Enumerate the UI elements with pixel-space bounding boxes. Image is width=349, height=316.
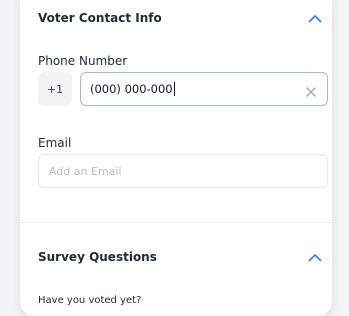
chevron-up-icon[interactable] bbox=[306, 248, 324, 266]
section-divider bbox=[20, 222, 332, 223]
survey-questions-title: Survey Questions bbox=[38, 250, 157, 264]
email-input[interactable]: Add an Email bbox=[38, 154, 328, 188]
phone-number-value: (000) 000-000 bbox=[90, 82, 173, 96]
close-icon[interactable] bbox=[305, 83, 317, 97]
survey-questions-header[interactable]: Survey Questions bbox=[20, 245, 332, 269]
email-placeholder: Add an Email bbox=[49, 164, 122, 178]
voter-form-card: Voter Contact Info Phone Number +1 (000)… bbox=[20, 0, 332, 316]
country-code-badge: +1 bbox=[38, 72, 72, 106]
country-code-value: +1 bbox=[46, 82, 64, 96]
voter-contact-title: Voter Contact Info bbox=[38, 11, 162, 25]
voter-contact-header[interactable]: Voter Contact Info bbox=[20, 6, 332, 30]
chevron-up-icon[interactable] bbox=[306, 9, 324, 27]
phone-number-label: Phone Number bbox=[38, 54, 128, 68]
survey-question-text: Have you voted yet? bbox=[38, 295, 142, 306]
email-label: Email bbox=[38, 136, 72, 150]
phone-number-input[interactable]: (000) 000-000 bbox=[80, 72, 328, 106]
text-caret bbox=[173, 82, 175, 96]
